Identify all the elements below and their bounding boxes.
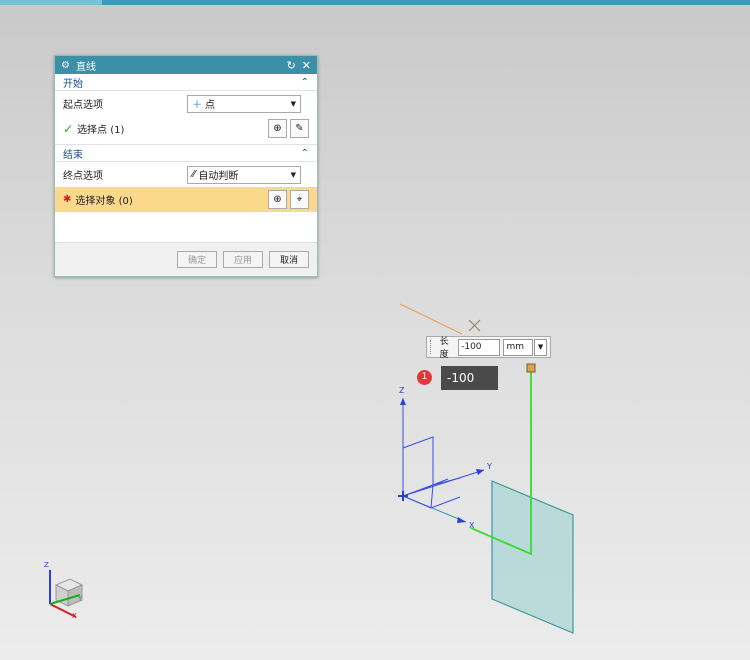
reset-icon[interactable]: ↻ <box>287 59 296 72</box>
end-option-row: 终点选项 ⁄⁄ 自动判断 ▼ <box>55 162 317 187</box>
y-axis-label: Y <box>487 462 492 471</box>
x-arrowhead <box>457 517 466 523</box>
length-label: 长度 <box>439 337 449 360</box>
crosshair-icon[interactable]: ⌖ <box>290 190 309 209</box>
start-section-title: 开始 <box>63 78 83 90</box>
check-icon: ✓ <box>63 121 74 136</box>
end-option-label: 终点选项 <box>63 171 103 182</box>
point-icon: ＋ <box>192 100 202 111</box>
start-option-row: 起点选项 ＋ 点 ▼ <box>55 91 317 116</box>
inferred-icon: ⁄⁄ <box>192 169 196 180</box>
datum-plane <box>491 480 574 634</box>
start-option-select[interactable]: ＋ 点 ▼ <box>187 94 301 113</box>
gear-icon[interactable]: ⚙ <box>61 60 70 71</box>
z-arrowhead <box>400 398 406 405</box>
dropdown-arrow-icon: ▼ <box>290 99 296 108</box>
dialog-footer: 确定 应用 取消 <box>55 242 317 276</box>
y-arrowhead <box>476 469 484 475</box>
end-option-select[interactable]: ⁄⁄ 自动判断 ▼ <box>187 165 301 184</box>
dialog-title: 直线 <box>75 61 96 73</box>
select-object-label: 选择对象 (0) <box>75 196 133 207</box>
cross-marker <box>468 319 481 332</box>
start-section-header[interactable]: 开始 ⌃ <box>55 74 317 91</box>
dialog-title-bar[interactable]: ⚙ 直线 ↻ ✕ <box>55 56 317 74</box>
end-section-header[interactable]: 结束 ⌃ <box>55 144 317 162</box>
view-triad[interactable] <box>49 570 84 618</box>
triad-z-label: Z <box>44 561 49 569</box>
value-tooltip: -100 <box>441 366 498 390</box>
close-icon[interactable]: ✕ <box>302 59 311 72</box>
drag-grip[interactable] <box>430 340 435 354</box>
dropdown-arrow-icon: ▼ <box>290 170 296 179</box>
required-star-icon: ✱ <box>63 194 72 205</box>
collapse-icon[interactable]: ⌃ <box>301 77 309 88</box>
origin-mark <box>398 491 408 501</box>
x-axis-label: X <box>469 521 475 530</box>
point-dialog-icon[interactable]: ⊕ <box>268 119 287 138</box>
apply-button[interactable]: 应用 <box>223 251 263 268</box>
collapse-icon[interactable]: ⌃ <box>301 148 309 159</box>
length-input-box: 长度 -100 mm ▼ <box>426 336 551 360</box>
line-dialog: ⚙ 直线 ↻ ✕ 开始 ⌃ 起点选项 ＋ 点 ▼ ✓ 选择点 (1) ⊕ ✎ 结… <box>54 55 318 277</box>
unit-select[interactable]: mm <box>503 338 534 356</box>
csys[interactable] <box>402 398 485 523</box>
endpoint-handle[interactable] <box>526 363 536 373</box>
end-section-title: 结束 <box>63 149 83 161</box>
length-field[interactable]: -100 <box>458 338 501 356</box>
end-option-value: 自动判断 <box>198 171 239 182</box>
cancel-button[interactable]: 取消 <box>269 251 309 268</box>
ok-button[interactable]: 确定 <box>177 251 217 268</box>
preview-line <box>399 303 463 335</box>
triad-x-label: X <box>72 612 77 620</box>
point-constructor-icon[interactable]: ✎ <box>290 119 309 138</box>
z-axis-label: Z <box>399 386 405 395</box>
dropdown-arrow-icon[interactable]: ▼ <box>534 338 547 356</box>
step-badge: 1 <box>417 370 432 385</box>
select-point-row[interactable]: ✓ 选择点 (1) ⊕ ✎ <box>55 116 317 141</box>
select-object-row[interactable]: ✱ 选择对象 (0) ⊕ ⌖ <box>55 187 317 212</box>
start-option-label: 起点选项 <box>63 100 103 111</box>
select-point-label: 选择点 (1) <box>77 125 125 136</box>
point-dialog-icon[interactable]: ⊕ <box>268 190 287 209</box>
triad-y-label: Y <box>78 595 83 603</box>
start-option-value: 点 <box>205 100 215 111</box>
